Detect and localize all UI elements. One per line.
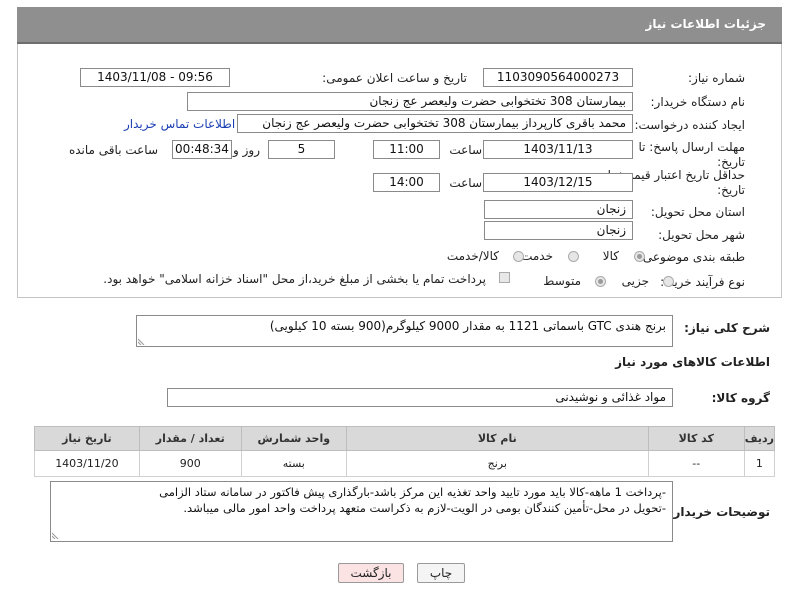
col-item-name: نام کالا bbox=[345, 426, 649, 451]
cell-quantity: 900 bbox=[138, 450, 242, 477]
cell-row-number: 1 bbox=[743, 450, 776, 477]
description-label: شرح کلی نیاز: bbox=[684, 321, 770, 335]
process-option-minor: جزیی bbox=[621, 274, 649, 288]
need-number-label: شماره نیاز: bbox=[688, 71, 745, 85]
category-option-service: خدمت bbox=[521, 249, 553, 263]
resize-handle-icon[interactable] bbox=[138, 337, 146, 345]
city-field: زنجان bbox=[484, 221, 633, 240]
cell-need-date: 1403/11/20 bbox=[34, 450, 140, 477]
back-button[interactable]: بازگشت bbox=[338, 563, 404, 583]
table-row: 1 -- برنج بسته 900 1403/11/20 bbox=[34, 450, 776, 477]
buyer-org-label: نام دستگاه خریدار: bbox=[650, 95, 746, 109]
validity-time-field: 14:00 bbox=[373, 173, 440, 192]
buyer-notes-line-2: -تحویل در محل-تأمین کنندگان بومی در الوی… bbox=[183, 501, 666, 515]
validity-label-date: تاریخ: bbox=[717, 183, 745, 197]
deadline-time-field: 11:00 bbox=[373, 140, 440, 159]
city-label: شهر محل تحویل: bbox=[658, 228, 745, 242]
goods-group-label: گروه کالا: bbox=[711, 391, 770, 405]
deadline-date-field: 1403/11/13 bbox=[483, 140, 633, 159]
process-option-medium: متوسط bbox=[543, 274, 581, 288]
deadline-label-date: تاریخ: bbox=[717, 155, 745, 169]
province-field: زنجان bbox=[484, 200, 633, 219]
page-title: جزئیات اطلاعات نیاز bbox=[645, 17, 766, 31]
announce-label: تاریخ و ساعت اعلان عمومی: bbox=[322, 71, 467, 85]
days-remaining-field: 5 bbox=[268, 140, 335, 159]
buyer-notes-field: -پرداخت 1 ماهه-کالا باید مورد تایید واحد… bbox=[50, 481, 673, 542]
process-radio-medium[interactable] bbox=[595, 276, 606, 287]
treasury-payment-note: پرداخت تمام یا بخشی از مبلغ خرید،از محل … bbox=[103, 272, 486, 286]
category-radio-service[interactable] bbox=[568, 251, 579, 262]
col-unit: واحد شمارش bbox=[240, 426, 347, 451]
remaining-label: ساعت باقی مانده bbox=[68, 143, 158, 157]
treasury-payment-checkbox[interactable] bbox=[499, 272, 510, 283]
announce-field: 1403/11/08 - 09:56 bbox=[80, 68, 230, 87]
need-number-field: 1103090564000273 bbox=[483, 68, 633, 87]
buyer-notes-label: توضیحات خریدار: bbox=[668, 505, 770, 519]
col-need-date: تاریخ نیاز bbox=[34, 426, 140, 451]
cell-item-code: -- bbox=[647, 450, 745, 477]
deadline-label: مهلت ارسال پاسخ: تا bbox=[638, 140, 745, 154]
category-radio-goods-service[interactable] bbox=[513, 251, 524, 262]
requester-label: ایجاد کننده درخواست: bbox=[634, 118, 745, 132]
cell-unit: بسته bbox=[240, 450, 347, 477]
cell-item-name: برنج bbox=[345, 450, 649, 477]
validity-date-field: 1403/12/15 bbox=[483, 173, 633, 192]
process-radio-minor[interactable] bbox=[663, 276, 674, 287]
col-row-number: ردیف bbox=[743, 426, 776, 451]
description-text: برنج هندی GTC باسماتی 1121 به مقدار 9000… bbox=[269, 319, 666, 333]
goods-group-field: مواد غذائی و نوشیدنی bbox=[167, 388, 673, 407]
buyer-notes-line-1: -پرداخت 1 ماهه-کالا باید مورد تایید واحد… bbox=[159, 485, 666, 499]
goods-table-header: ردیف کد کالا نام کالا واحد شمارش تعداد /… bbox=[34, 426, 776, 451]
resize-handle-icon[interactable] bbox=[52, 531, 60, 539]
category-option-goods: کالا bbox=[602, 249, 619, 263]
province-label: استان محل تحویل: bbox=[650, 205, 745, 219]
description-field: برنج هندی GTC باسماتی 1121 به مقدار 9000… bbox=[136, 315, 673, 347]
goods-section-title: اطلاعات کالاهای مورد نیاز bbox=[615, 355, 770, 369]
days-label: روز و bbox=[233, 143, 260, 157]
contact-buyer-link[interactable]: اطلاعات تماس خریدار bbox=[124, 117, 235, 131]
col-item-code: کد کالا bbox=[647, 426, 745, 451]
category-label: طبقه بندی موضوعی: bbox=[638, 250, 745, 264]
validity-time-label: ساعت bbox=[449, 176, 482, 190]
requester-field: محمد باقری کارپرداز بیمارستان 308 تختخوا… bbox=[237, 114, 633, 133]
deadline-time-label: ساعت bbox=[449, 143, 482, 157]
remaining-time-field: 00:48:34 bbox=[172, 140, 232, 159]
header-bar: جزئیات اطلاعات نیاز bbox=[17, 7, 782, 44]
category-radio-goods[interactable] bbox=[634, 251, 645, 262]
col-quantity: تعداد / مقدار bbox=[138, 426, 242, 451]
goods-table: ردیف کد کالا نام کالا واحد شمارش تعداد /… bbox=[34, 426, 776, 477]
print-button[interactable]: چاپ bbox=[417, 563, 465, 583]
buyer-org-field: بیمارستان 308 تختخوابی حضرت ولیعصر عج زن… bbox=[187, 92, 633, 111]
category-option-goods-service: کالا/خدمت bbox=[446, 249, 499, 263]
